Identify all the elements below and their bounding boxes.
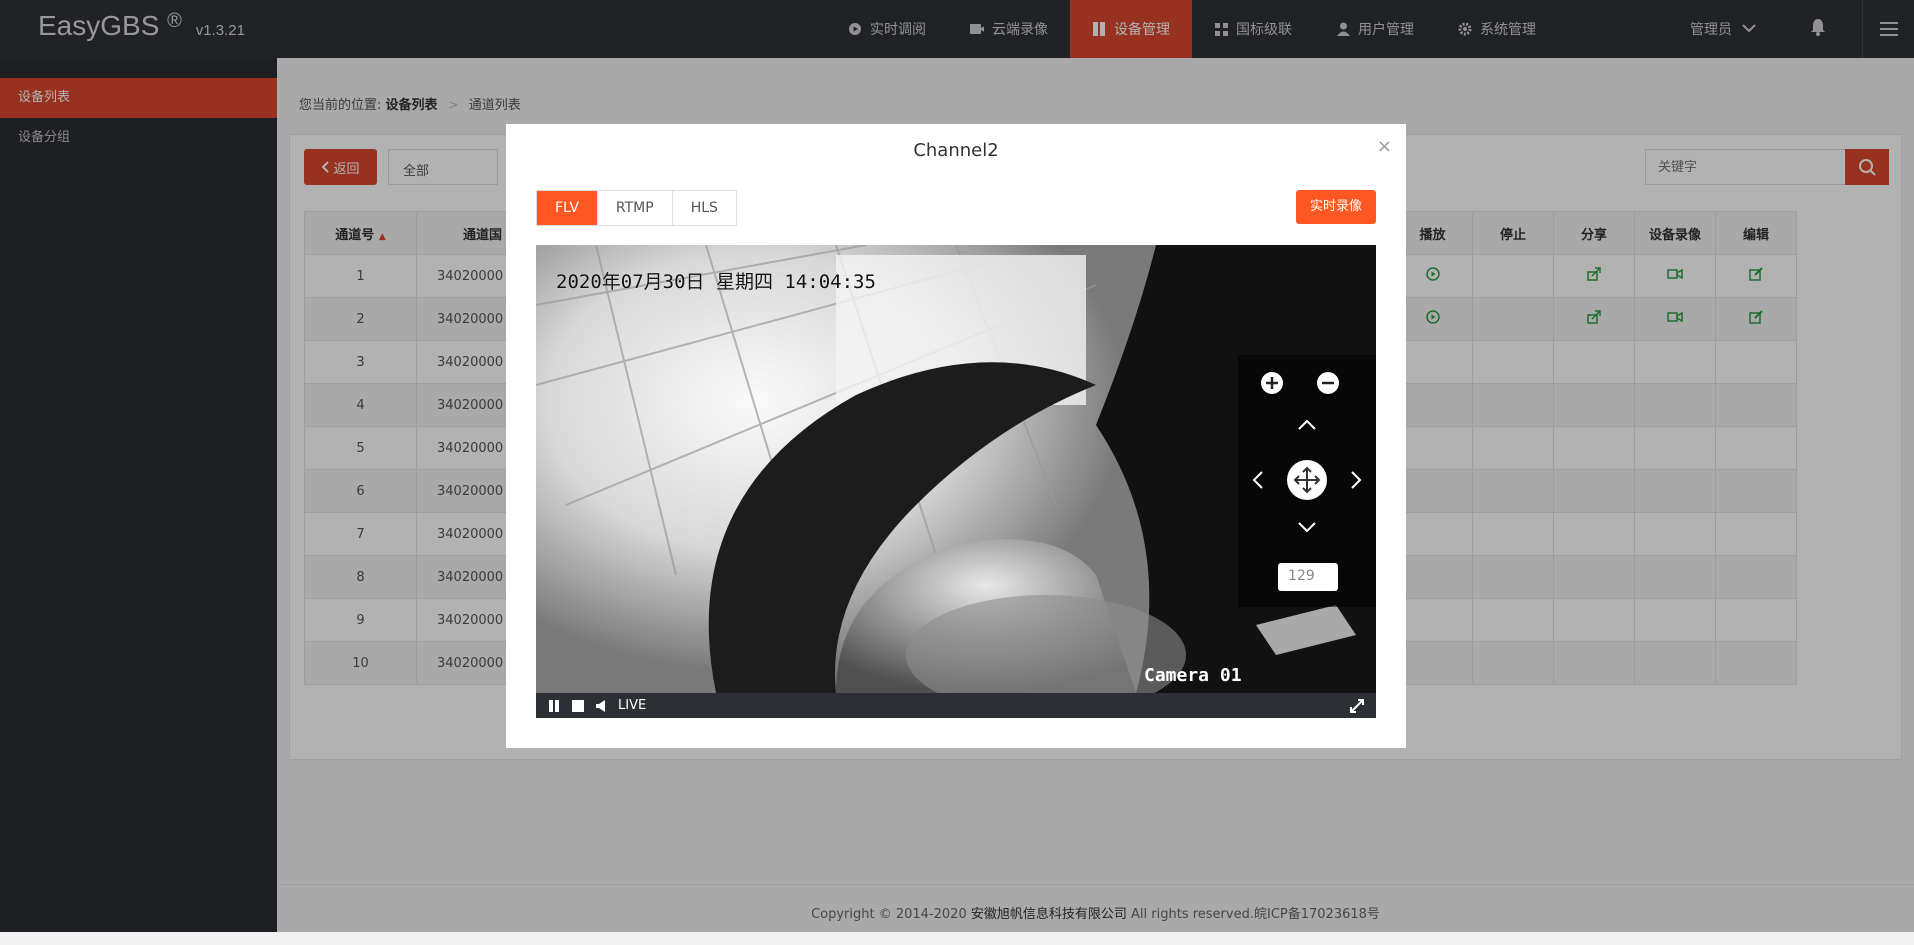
ptz-control-panel: 129 [1238, 355, 1376, 607]
live-indicator: LIVE [618, 698, 647, 713]
ptz-right-icon[interactable] [1350, 470, 1362, 490]
modal-title: Channel2 [913, 140, 999, 161]
volume-icon[interactable] [596, 699, 606, 712]
ptz-left-icon[interactable] [1252, 470, 1264, 490]
close-icon[interactable]: × [1377, 136, 1392, 157]
tab-hls[interactable]: HLS [673, 191, 736, 225]
zoom-out-icon[interactable] [1316, 371, 1340, 395]
video-player[interactable]: 2020年07月30日 星期四 14:04:35 Camera 01 129 L… [536, 245, 1376, 718]
tab-rtmp[interactable]: RTMP [598, 191, 673, 225]
ptz-speed-input[interactable]: 129 [1278, 563, 1338, 591]
protocol-tabs: FLV RTMP HLS [536, 190, 737, 226]
camera-label: Camera 01 [1144, 665, 1242, 686]
ptz-down-icon[interactable] [1297, 521, 1317, 533]
ptz-up-icon[interactable] [1297, 419, 1317, 431]
tab-flv[interactable]: FLV [537, 191, 598, 225]
live-record-button[interactable]: 实时录像 [1296, 190, 1376, 224]
ptz-move-icon[interactable] [1286, 459, 1328, 501]
player-modal: Channel2 × FLV RTMP HLS 实时录像 2020年07月30日… [506, 124, 1406, 748]
pause-icon[interactable] [548, 699, 560, 712]
video-timestamp: 2020年07月30日 星期四 14:04:35 [556, 271, 876, 293]
zoom-in-icon[interactable] [1260, 371, 1284, 395]
stop-icon[interactable] [572, 699, 584, 712]
player-controls: LIVE [536, 693, 1376, 718]
fullscreen-icon[interactable] [1350, 698, 1364, 713]
